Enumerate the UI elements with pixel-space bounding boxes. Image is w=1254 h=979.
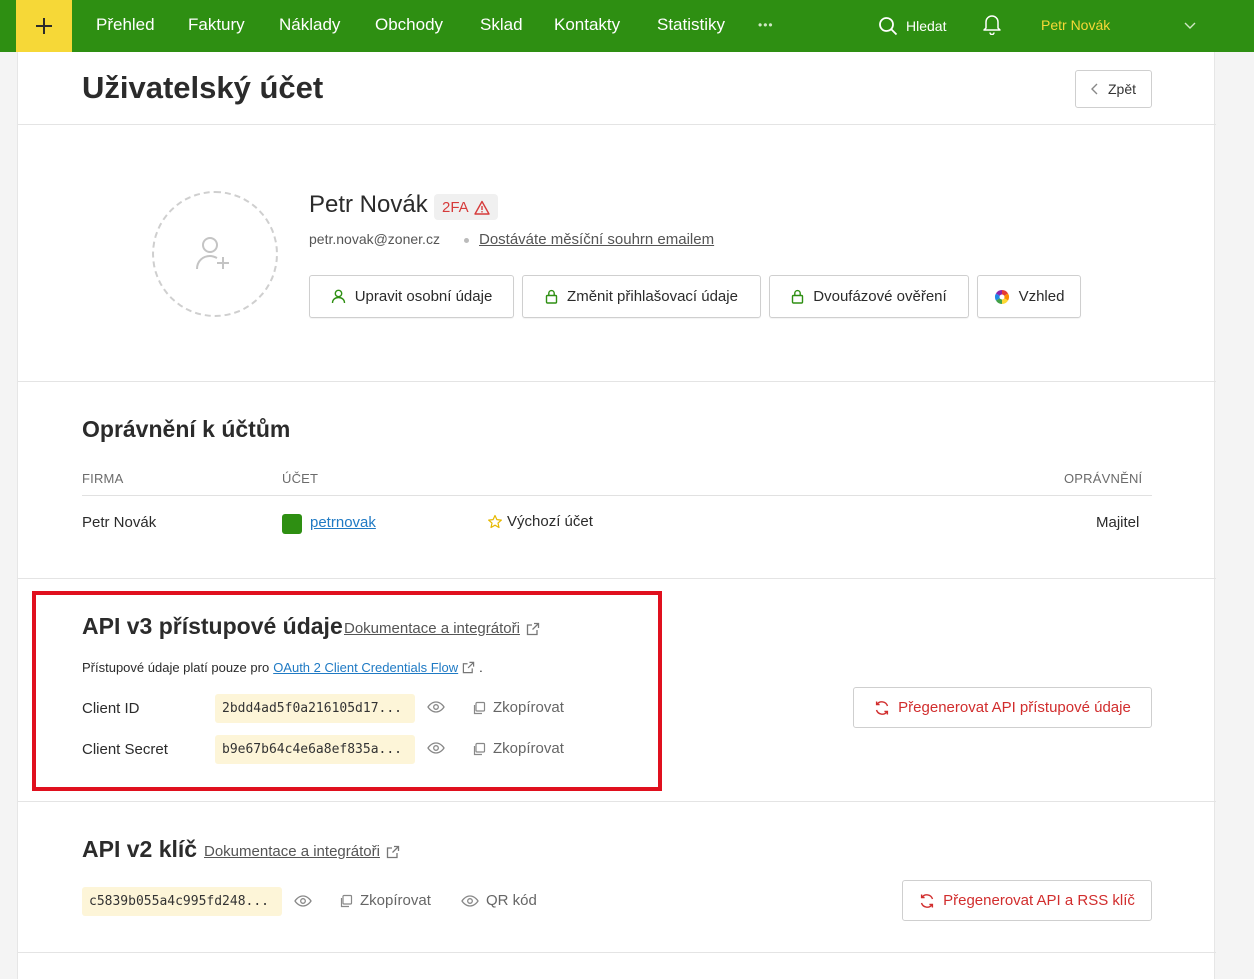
- regenerate-api-v2-label: Přegenerovat API a RSS klíč: [943, 892, 1135, 909]
- user-icon: [331, 289, 345, 304]
- nav-more-button[interactable]: •••: [758, 0, 774, 52]
- api-v2-key-value[interactable]: c5839b055a4c995fd248...: [82, 887, 282, 916]
- search-icon: [879, 17, 898, 36]
- monthly-summary-link[interactable]: Dostáváte měsíční souhrn emailem: [479, 231, 714, 248]
- nav-item-naklady[interactable]: Náklady: [279, 0, 340, 52]
- back-button-label: Zpět: [1107, 81, 1136, 97]
- nav-item-prehled[interactable]: Přehled: [96, 0, 155, 52]
- refresh-icon: [920, 893, 934, 908]
- star-icon: [488, 514, 502, 528]
- two-factor-button[interactable]: Dvoufázové ověření: [769, 275, 969, 318]
- lock-icon: [545, 289, 558, 304]
- chevron-left-icon: [1090, 83, 1098, 95]
- divider: [18, 952, 1216, 953]
- user-menu-name[interactable]: Petr Novák: [1041, 0, 1110, 52]
- row-permission: Majitel: [1096, 514, 1140, 531]
- back-button[interactable]: Zpět: [1075, 70, 1152, 108]
- bell-icon: [983, 15, 1001, 36]
- copy-icon: [340, 894, 353, 907]
- divider: [18, 578, 1216, 579]
- add-new-button[interactable]: [16, 0, 72, 52]
- regenerate-api-v3-label: Přegenerovat API přístupové údaje: [898, 699, 1131, 716]
- nav-item-kontakty[interactable]: Kontakty: [554, 0, 620, 52]
- nav-item-statistiky[interactable]: Statistiky: [657, 0, 725, 52]
- column-header-firm: FIRMA: [82, 471, 124, 486]
- default-account-toggle[interactable]: Výchozí účet: [487, 513, 593, 530]
- column-header-account: ÚČET: [282, 471, 319, 486]
- edit-personal-label: Upravit osobní údaje: [354, 288, 493, 305]
- lock-icon: [792, 289, 804, 304]
- separator-dot: [464, 238, 469, 243]
- regenerate-api-v3-button[interactable]: Přegenerovat API přístupové údaje: [853, 687, 1152, 728]
- profile-name: Petr Novák: [309, 191, 428, 218]
- divider: [18, 801, 1216, 802]
- copy-api-v2-key-label: Zkopírovat: [360, 892, 431, 909]
- copy-api-v2-key-button[interactable]: Zkopírovat: [339, 892, 431, 909]
- divider: [18, 381, 1216, 382]
- warning-icon: [473, 200, 490, 215]
- nav-item-obchody[interactable]: Obchody: [375, 0, 443, 52]
- change-login-label: Změnit přihlašovací údaje: [567, 288, 738, 305]
- api-v2-docs-label: Dokumentace a integrátoři: [204, 843, 380, 860]
- refresh-icon: [876, 700, 889, 715]
- row-firm: Petr Novák: [82, 514, 157, 531]
- search-label: Hledat: [906, 18, 947, 34]
- api-v2-docs-link[interactable]: Dokumentace a integrátoři: [204, 843, 400, 860]
- avatar-upload[interactable]: [152, 191, 278, 317]
- notifications-button[interactable]: [982, 13, 1002, 40]
- two-factor-badge-label: 2FA: [442, 198, 469, 216]
- account-link[interactable]: petrnovak: [310, 514, 376, 531]
- divider: [18, 124, 1216, 125]
- show-api-v2-key-button[interactable]: [294, 894, 312, 913]
- top-navigation: Přehled Faktury Náklady Obchody Sklad Ko…: [0, 0, 1254, 52]
- edit-personal-button[interactable]: Upravit osobní údaje: [309, 275, 514, 318]
- eye-icon: [461, 894, 479, 907]
- table-header-divider: [82, 495, 1152, 496]
- api-v2-title: API v2 klíč: [82, 836, 198, 862]
- search-button[interactable]: Hledat: [878, 0, 946, 52]
- chevron-down-icon: [1184, 22, 1196, 29]
- column-header-permission: OPRÁVNĚNÍ: [1064, 471, 1143, 486]
- default-account-label: Výchozí účet: [507, 513, 593, 530]
- add-user-icon: [196, 237, 229, 270]
- color-wheel-icon: [994, 289, 1009, 304]
- highlight-box: [32, 591, 662, 791]
- two-factor-badge: 2FA: [434, 194, 498, 220]
- account-page-card: Uživatelský účet Zpět Petr Novák 2FA pet…: [17, 52, 1216, 979]
- eye-icon: [294, 895, 312, 907]
- nav-item-faktury[interactable]: Faktury: [188, 0, 245, 52]
- plus-icon: [36, 18, 52, 34]
- change-login-button[interactable]: Změnit přihlašovací údaje: [522, 275, 761, 318]
- nav-item-sklad[interactable]: Sklad: [480, 0, 523, 52]
- profile-email: petr.novak@zoner.cz: [309, 231, 440, 247]
- user-menu-toggle[interactable]: [1184, 18, 1196, 36]
- external-link-icon: [386, 845, 400, 858]
- regenerate-api-v2-button[interactable]: Přegenerovat API a RSS klíč: [902, 880, 1152, 921]
- account-color-swatch: [282, 514, 302, 534]
- qr-code-button[interactable]: QR kód: [461, 892, 537, 909]
- qr-code-label: QR kód: [486, 892, 537, 909]
- appearance-label: Vzhled: [1018, 288, 1065, 305]
- page-title: Uživatelský účet: [82, 70, 324, 105]
- two-factor-label: Dvoufázové ověření: [813, 288, 947, 305]
- appearance-button[interactable]: Vzhled: [977, 275, 1081, 318]
- permissions-title: Oprávnění k účtům: [82, 416, 291, 442]
